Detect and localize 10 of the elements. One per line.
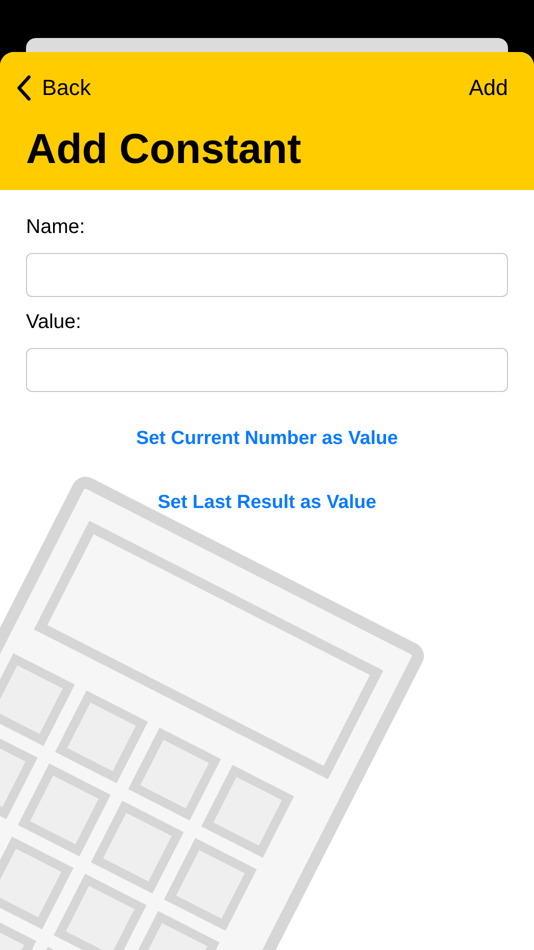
- link-button[interactable]: Set Last Result as Value: [158, 492, 376, 514]
- add-button[interactable]: Add: [468, 75, 508, 101]
- field-label: Value:: [26, 311, 82, 334]
- input-field[interactable]: [26, 253, 508, 297]
- input-field[interactable]: [26, 348, 508, 392]
- link-button[interactable]: Set Current Number as Value: [136, 428, 398, 450]
- page-title: Add Constant: [26, 124, 302, 174]
- chevron-left-icon: [16, 75, 32, 101]
- back-button[interactable]: Back: [16, 75, 91, 101]
- field-label: Name:: [26, 216, 86, 239]
